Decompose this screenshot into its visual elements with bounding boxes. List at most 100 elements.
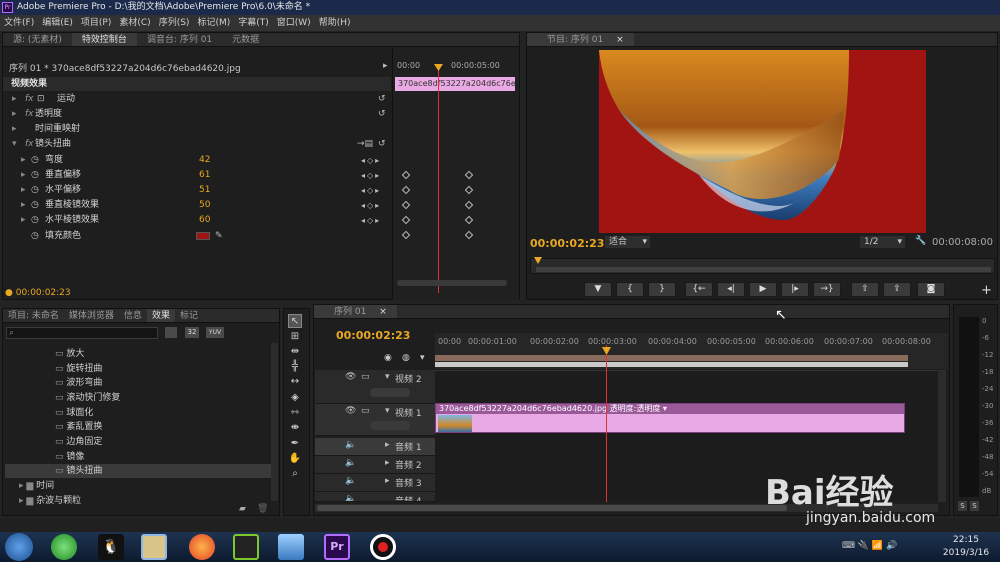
program-scrubber[interactable] <box>530 257 995 274</box>
firefox-icon[interactable] <box>189 534 215 560</box>
reset-icon[interactable]: ↺ <box>378 92 386 107</box>
list-item[interactable]: ▭ 旋转扭曲 <box>55 362 102 376</box>
speaker-icon[interactable]: 🔈 <box>345 440 356 450</box>
lock-icon[interactable]: ▭ <box>361 406 370 416</box>
track-video-2[interactable]: 👁 ▭ ▾ 视频 2 <box>315 370 435 404</box>
new-bin-icon[interactable] <box>165 327 177 338</box>
param-row[interactable]: ▸ ◷ 水平偏移 51 ◂◇▸ <box>3 183 391 198</box>
speaker-icon[interactable]: 🔈 <box>345 494 356 501</box>
hand-icon[interactable]: ✋ <box>288 452 302 466</box>
timeline-timecode[interactable]: 00:00:02:23 <box>336 329 410 342</box>
keyframe-control[interactable] <box>370 421 410 430</box>
clip-bar[interactable]: 370ace8df53227a204d6c76ebad <box>395 77 515 91</box>
eye-icon[interactable]: 👁 <box>345 372 356 382</box>
playhead-handle[interactable] <box>534 257 542 264</box>
keyframe-nav[interactable]: ◂◇▸ <box>361 183 381 198</box>
media-app-icon[interactable] <box>233 534 259 560</box>
rolling-edit-icon[interactable]: ╬ <box>288 360 302 374</box>
chevron-down-icon[interactable]: ▾ <box>385 406 390 416</box>
tab-source[interactable]: 源: (无素材) <box>3 33 72 46</box>
marker-icon[interactable]: ▾ <box>420 353 425 363</box>
tray-icons[interactable]: ⌨ 🔌 📶 🔊 <box>842 541 897 551</box>
new-folder-icon[interactable]: ▰ <box>239 504 246 514</box>
mark-in-button[interactable]: { <box>616 282 644 297</box>
zoom-bar[interactable] <box>536 267 991 272</box>
step-forward-button[interactable]: |▸ <box>781 282 809 297</box>
program-timecode[interactable]: 00:00:02:23 <box>530 237 604 250</box>
razor-icon[interactable]: ◈ <box>288 391 302 405</box>
keyframe-nav[interactable]: ◂◇▸ <box>361 198 381 213</box>
tab-markers[interactable]: 标记 <box>175 309 203 322</box>
step-back-button[interactable]: ◂| <box>717 282 745 297</box>
badge-yuv[interactable]: YUV <box>206 327 224 338</box>
start-button[interactable] <box>5 533 33 561</box>
slide-icon[interactable]: ⇼ <box>288 421 302 435</box>
eye-icon[interactable]: 👁 <box>345 406 356 416</box>
effect-row-opacity[interactable]: ▸ fx 透明度 ↺ <box>3 107 391 122</box>
go-to-out-button[interactable]: →} <box>813 282 841 297</box>
trash-icon[interactable]: 🗑 <box>257 504 268 514</box>
list-item-selected[interactable]: ▭ 镜头扭曲 <box>55 464 102 478</box>
zoom-icon[interactable]: ⌕ <box>288 467 302 481</box>
tab-project[interactable]: 项目: 未命名 <box>3 309 64 322</box>
zoom-scrollbar[interactable] <box>397 280 507 286</box>
param-row[interactable]: ▸ ◷ 水平棱镜效果 60 ◂◇▸ <box>3 213 391 228</box>
track-audio-3[interactable]: 🔈 ▸ 音频 3 <box>315 474 435 492</box>
menu-help[interactable]: 帮助(H) <box>315 15 355 31</box>
list-item[interactable]: ▭ 波形弯曲 <box>55 376 102 390</box>
resolution-select[interactable]: 1/2 ▾ <box>860 236 905 248</box>
track-audio-4[interactable]: 🔈 音频 4 <box>315 492 435 502</box>
program-video-frame[interactable] <box>599 50 926 233</box>
work-area-bar[interactable] <box>435 355 908 361</box>
track-audio-1[interactable]: 🔈 ▸ 音频 1 <box>315 438 435 456</box>
param-row-fill-color[interactable]: ◷ 填充颜色 ✎ <box>3 229 391 244</box>
badge-32[interactable]: 32 <box>185 327 199 338</box>
mark-out-button[interactable]: } <box>648 282 676 297</box>
solo-left-button[interactable]: S <box>958 501 967 511</box>
tab-media-browser[interactable]: 媒体浏览器 <box>64 309 119 322</box>
menu-file[interactable]: 文件(F) <box>0 15 38 31</box>
track-audio-2[interactable]: 🔈 ▸ 音频 2 <box>315 456 435 474</box>
menu-project[interactable]: 项目(P) <box>77 15 115 31</box>
track-select-icon[interactable]: ⊞ <box>288 330 302 344</box>
param-row[interactable]: ▸ ◷ 垂直偏移 61 ◂◇▸ <box>3 168 391 183</box>
tab-metadata[interactable]: 元数据 <box>222 33 269 46</box>
chevron-down-icon[interactable]: ▾ <box>385 372 390 382</box>
lock-icon[interactable]: ▭ <box>361 372 370 382</box>
menu-clip[interactable]: 素材(C) <box>115 15 154 31</box>
stopwatch-icon[interactable]: ◷ <box>31 153 39 168</box>
export-frame-button[interactable]: ◙ <box>917 282 945 297</box>
add-button-icon[interactable]: + <box>981 283 992 298</box>
chevron-right-icon[interactable]: ▸ <box>385 458 390 468</box>
tab-info[interactable]: 信息 <box>119 309 147 322</box>
reset-icon[interactable]: ↺ <box>378 137 386 152</box>
stopwatch-icon[interactable]: ◷ <box>31 229 39 244</box>
tab-effect-controls[interactable]: 特效控制台 <box>71 33 137 46</box>
tab-program[interactable]: 节目: 序列 01 × <box>527 33 634 46</box>
effect-row-time-remap[interactable]: ▸ 时间重映射 <box>3 122 391 137</box>
list-item[interactable]: ▭ 边角固定 <box>55 435 102 449</box>
recorder-icon[interactable] <box>370 534 396 560</box>
marker-button[interactable]: ▼ <box>584 282 612 297</box>
vertical-scrollbar[interactable] <box>938 370 946 502</box>
param-row[interactable]: ▸ ◷ 垂直棱镜效果 50 ◂◇▸ <box>3 198 391 213</box>
list-item[interactable]: ▭ 滚动快门修复 <box>55 391 120 405</box>
keyframe-nav[interactable]: ◂◇▸ <box>361 153 381 168</box>
menu-sequence[interactable]: 序列(S) <box>155 15 194 31</box>
effect-timeline[interactable]: 00:00 00:00:05:00 370ace8df53227a204d6c7… <box>392 48 519 300</box>
reset-icon[interactable]: ↺ <box>378 107 386 122</box>
menu-title[interactable]: 字幕(T) <box>234 15 273 31</box>
speaker-icon[interactable]: 🔈 <box>345 476 356 486</box>
wrench-icon[interactable]: 🔧 <box>915 236 926 246</box>
chevron-right-icon[interactable]: ▸ <box>383 61 388 71</box>
slip-icon[interactable]: ⇿ <box>288 406 302 420</box>
snap-icon[interactable]: ◉ <box>384 353 392 363</box>
keyframe-nav[interactable]: ◂◇▸ <box>361 168 381 183</box>
tab-audio-mixer[interactable]: 调音台: 序列 01 <box>137 33 222 46</box>
stopwatch-icon[interactable]: ◷ <box>31 168 39 183</box>
list-item[interactable]: ▭ 放大 <box>55 347 84 361</box>
fit-select[interactable]: 适合 ▾ <box>605 236 650 248</box>
list-item[interactable]: ▭ 球面化 <box>55 406 93 420</box>
edit-icon[interactable]: →▤ <box>357 137 373 152</box>
lift-button[interactable]: ⇧ <box>851 282 879 297</box>
